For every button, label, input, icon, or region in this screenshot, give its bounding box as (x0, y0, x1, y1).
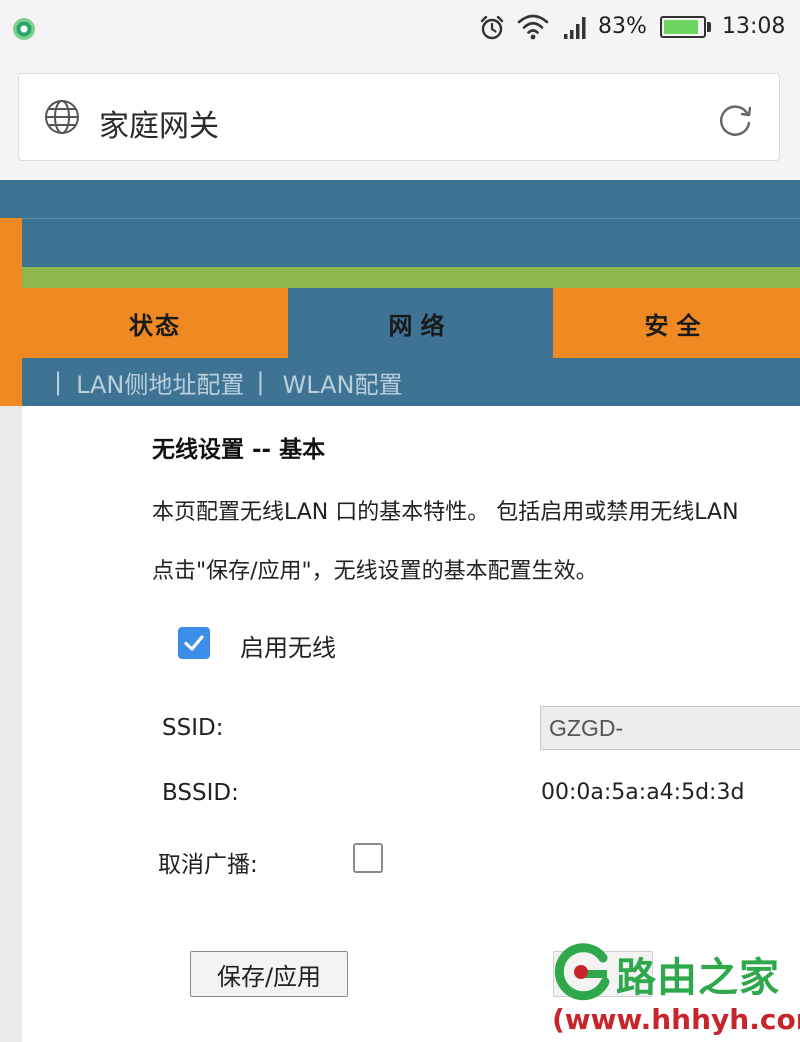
description-line-2: 点击"保存/应用"，无线设置的基本配置生效。 (152, 559, 598, 584)
enable-wireless-checkbox[interactable] (178, 627, 210, 659)
subnav-separator: | (256, 368, 265, 396)
bssid-label: BSSID: (162, 780, 239, 806)
page-title: 家庭网关 (99, 109, 219, 144)
watermark-name: 路由之家 (616, 955, 780, 1001)
wifi-icon (517, 14, 549, 40)
tab-security[interactable]: 安全 (553, 288, 800, 358)
subnav-separator: | (54, 368, 63, 396)
app-icon (13, 18, 35, 40)
ssid-label: SSID: (162, 715, 224, 741)
save-apply-button[interactable]: 保存/应用 (190, 951, 348, 997)
status-bar: 83% 13:08 (0, 0, 800, 58)
bssid-value: 00:0a:5a:a4:5d:3d (541, 780, 745, 805)
sub-navigation: | LAN侧地址配置 | WLAN配置 (22, 358, 800, 406)
tab-status[interactable]: 状态 (22, 288, 288, 358)
tab-network[interactable]: 网络 (288, 288, 553, 358)
checkmark-icon (184, 635, 204, 651)
globe-icon (45, 100, 79, 134)
ssid-input[interactable] (540, 706, 800, 750)
battery-icon (660, 16, 706, 38)
reload-icon[interactable] (714, 99, 756, 141)
description-line-1: 本页配置无线LAN 口的基本特性。 包括启用或禁用无线LAN (152, 500, 739, 525)
subnav-item-wlan-config[interactable]: WLAN配置 (282, 365, 402, 400)
accent-bar (22, 267, 800, 288)
section-title: 无线设置 -- 基本 (152, 437, 326, 463)
subnav-item-lan-config[interactable]: LAN侧地址配置 (76, 365, 244, 400)
side-accent-strip (0, 218, 22, 406)
battery-percent: 83% (598, 14, 647, 39)
alarm-icon (480, 15, 504, 40)
left-gutter (0, 406, 22, 1042)
router-header (0, 180, 800, 218)
hide-broadcast-checkbox[interactable] (353, 843, 383, 873)
battery-tip (707, 22, 711, 32)
watermark-url: (www.hhhyh.com) (552, 1003, 800, 1036)
router-header-band (22, 219, 800, 267)
signal-icon (564, 17, 586, 39)
hide-broadcast-label: 取消广播: (158, 852, 258, 878)
watermark-logo-icon (554, 943, 610, 1001)
enable-wireless-label: 启用无线 (240, 634, 336, 662)
clock: 13:08 (722, 14, 786, 39)
address-bar[interactable]: 家庭网关 (18, 73, 780, 161)
